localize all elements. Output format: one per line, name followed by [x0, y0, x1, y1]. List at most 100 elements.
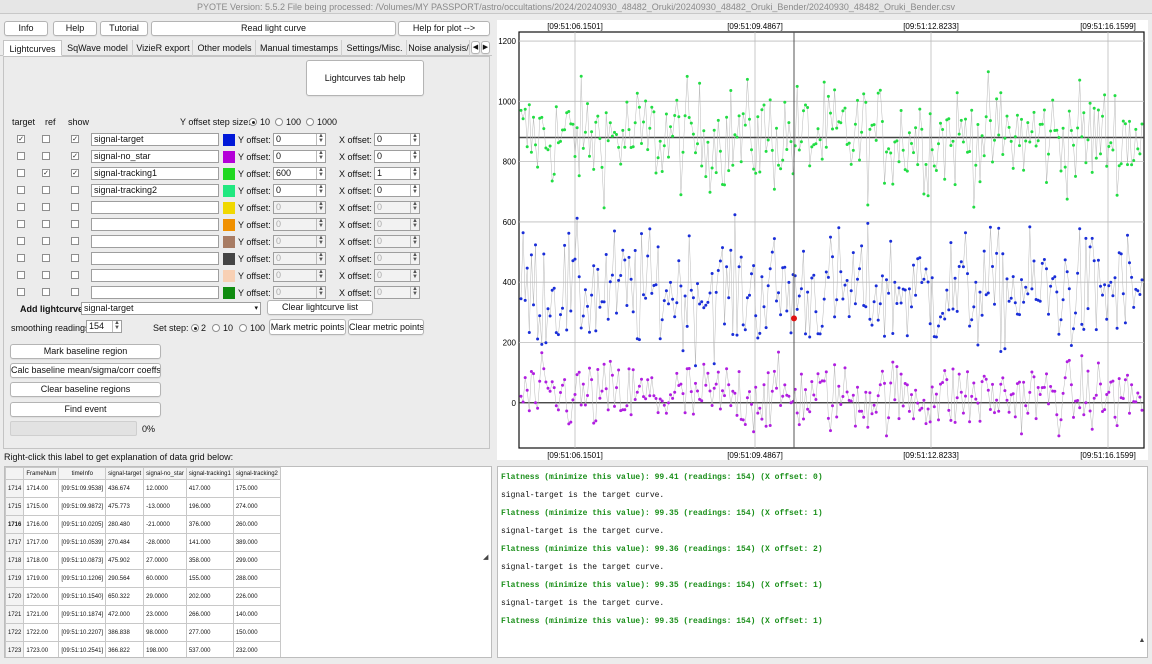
row-header[interactable]: 1718 [5, 551, 25, 570]
spinner-arrows-icon[interactable]: ▲ ▼ [410, 286, 419, 298]
y-offset-input[interactable]: 600 ▲ ▼ [273, 167, 326, 180]
grid-cell[interactable]: 1723.00 [23, 641, 60, 657]
target-checkbox[interactable] [17, 220, 25, 228]
tab-vizier-export[interactable]: VizieR export [134, 40, 193, 56]
show-checkbox[interactable] [71, 203, 79, 211]
data-grid[interactable]: FrameNum timeInfo signal-target signal-no_s… [4, 466, 492, 658]
grid-column-header[interactable]: signal-tracking2 [232, 467, 281, 480]
grid-cell[interactable]: 232.000 [232, 641, 281, 657]
curve-name-field[interactable] [91, 218, 219, 231]
target-checkbox[interactable] [17, 254, 25, 262]
row-header[interactable]: 1716 [5, 515, 25, 534]
curve-name-field[interactable] [91, 269, 219, 282]
curve-color-swatch[interactable] [223, 219, 235, 231]
show-checkbox[interactable] [71, 288, 79, 296]
grid-cell[interactable]: 277.000 [185, 623, 234, 642]
grid-cell[interactable]: 1716.00 [23, 515, 60, 534]
set-step-10-radio[interactable] [212, 324, 220, 332]
show-checkbox[interactable]: ✓ [71, 169, 79, 177]
grid-cell[interactable]: [09:51:10.1874] [58, 605, 107, 624]
tutorial-button[interactable]: Tutorial [100, 21, 148, 36]
spinner-arrows-icon[interactable]: ▲ ▼ [410, 269, 419, 281]
spinner-arrows-icon[interactable]: ▲ ▼ [316, 269, 325, 281]
ref-checkbox[interactable] [42, 254, 50, 262]
selected-point[interactable] [791, 315, 797, 322]
ref-checkbox[interactable] [42, 152, 50, 160]
curve-color-swatch[interactable] [223, 134, 235, 146]
curve-name-field[interactable] [91, 235, 219, 248]
curve-color-swatch[interactable] [223, 236, 235, 248]
target-checkbox[interactable]: ✓ [17, 135, 25, 143]
spinner-arrows-icon[interactable]: ▲ ▼ [112, 320, 121, 332]
show-checkbox[interactable]: ✓ [71, 152, 79, 160]
grid-cell[interactable]: [09:51:10.1540] [58, 587, 107, 606]
smoothing-readings-input[interactable]: 154 ▲ ▼ [86, 320, 122, 333]
grid-cell[interactable]: 358.000 [185, 551, 234, 570]
text-output-panel[interactable]: Flatness (minimize this value): 99.41 (r… [497, 466, 1148, 658]
grid-cell[interactable]: 155.000 [185, 569, 234, 588]
grid-cell[interactable]: 23.0000 [143, 605, 187, 624]
grid-cell[interactable]: 537.000 [185, 641, 234, 657]
grid-cell[interactable]: 150.000 [232, 623, 281, 642]
clear-baseline-regions-button[interactable]: Clear baseline regions [10, 382, 161, 397]
grid-cell[interactable]: [09:51:10.1206] [58, 569, 107, 588]
tab-lightcurves[interactable]: Lightcurves [3, 40, 62, 56]
x-offset-input[interactable]: 1 ▲ ▼ [374, 167, 420, 180]
lightcurve-plot[interactable]: 1200 1000 800 600 400 200 0 [09:51:06.1501] [09:… [497, 20, 1148, 460]
tab-manual-timestamps[interactable]: Manual timestamps [257, 40, 342, 56]
tab-scroll-left-icon[interactable]: ◀ [471, 41, 480, 54]
lightcurves-tab-help-button[interactable]: Lightcurves tab help [306, 60, 424, 96]
grid-cell[interactable]: 280.480 [105, 515, 145, 534]
x-offset-input[interactable]: 0 ▲ ▼ [374, 269, 420, 282]
grid-cell[interactable]: 376.000 [185, 515, 234, 534]
grid-cell[interactable]: [09:51:10.2207] [58, 623, 107, 642]
grid-cell[interactable]: 475.902 [105, 551, 145, 570]
tab-scroll-right-icon[interactable]: ▶ [481, 41, 490, 54]
grid-cell[interactable]: 270.484 [105, 533, 145, 552]
table-row[interactable]: 1718 1718.00 [09:51:10.0873] 475.902 27.0000… [5, 551, 281, 570]
grid-cell[interactable]: 60.0000 [143, 569, 187, 588]
show-checkbox[interactable] [71, 237, 79, 245]
grid-cell[interactable]: 98.0000 [143, 623, 187, 642]
x-offset-input[interactable]: 0 ▲ ▼ [374, 201, 420, 214]
table-row[interactable]: 1716 1716.00 [09:51:10.0205] 280.480 -21.000… [5, 515, 281, 534]
grid-cell[interactable]: 1719.00 [23, 569, 60, 588]
table-row[interactable]: 1721 1721.00 [09:51:10.1874] 472.000 23.0000… [5, 605, 281, 624]
target-checkbox[interactable] [17, 186, 25, 194]
table-row[interactable]: 1717 1717.00 [09:51:10.0539] 270.484 -28.000… [5, 533, 281, 552]
grid-cell[interactable]: 472.000 [105, 605, 145, 624]
y-offset-input[interactable]: 0 ▲ ▼ [273, 218, 326, 231]
grid-cell[interactable]: 226.000 [232, 587, 281, 606]
curve-color-swatch[interactable] [223, 287, 235, 299]
x-offset-input[interactable]: 0 ▲ ▼ [374, 235, 420, 248]
grid-vscroll-icon[interactable]: ◢ [483, 554, 491, 562]
grid-cell[interactable]: 288.000 [232, 569, 281, 588]
y-offset-input[interactable]: 0 ▲ ▼ [273, 201, 326, 214]
grid-cell[interactable]: 196.000 [185, 497, 234, 516]
curve-name-field[interactable]: signal-tracking2 [91, 184, 219, 197]
curve-name-field[interactable]: signal-tracking1 [91, 167, 219, 180]
grid-column-header[interactable]: signal-target [105, 467, 145, 480]
spinner-arrows-icon[interactable]: ▲ ▼ [316, 252, 325, 264]
text-output-scroll-icon[interactable]: ▲ [1138, 636, 1146, 646]
spinner-arrows-icon[interactable]: ▲ ▼ [410, 184, 419, 196]
step-1000-radio[interactable] [306, 118, 314, 126]
grid-column-header[interactable]: signal-no_star [143, 467, 187, 480]
grid-cell[interactable]: -13.0000 [143, 497, 187, 516]
grid-cell[interactable]: 366.822 [105, 641, 145, 657]
grid-cell[interactable]: 27.0000 [143, 551, 187, 570]
grid-cell[interactable]: 202.000 [185, 587, 234, 606]
grid-cell[interactable]: 12.0000 [143, 479, 187, 498]
tab-sqwave-model[interactable]: SqWave model [63, 40, 133, 56]
show-checkbox[interactable] [71, 271, 79, 279]
y-offset-input[interactable]: 0 ▲ ▼ [273, 184, 326, 197]
grid-cell[interactable]: [09:51:10.0205] [58, 515, 107, 534]
step-100-radio[interactable] [275, 118, 283, 126]
curve-color-swatch[interactable] [223, 151, 235, 163]
row-header[interactable]: 1721 [5, 605, 25, 624]
table-row[interactable]: 1722 1722.00 [09:51:10.2207] 386.838 98.0000… [5, 623, 281, 642]
grid-cell[interactable]: 299.000 [232, 551, 281, 570]
target-checkbox[interactable] [17, 237, 25, 245]
spinner-arrows-icon[interactable]: ▲ ▼ [410, 133, 419, 145]
show-checkbox[interactable] [71, 254, 79, 262]
